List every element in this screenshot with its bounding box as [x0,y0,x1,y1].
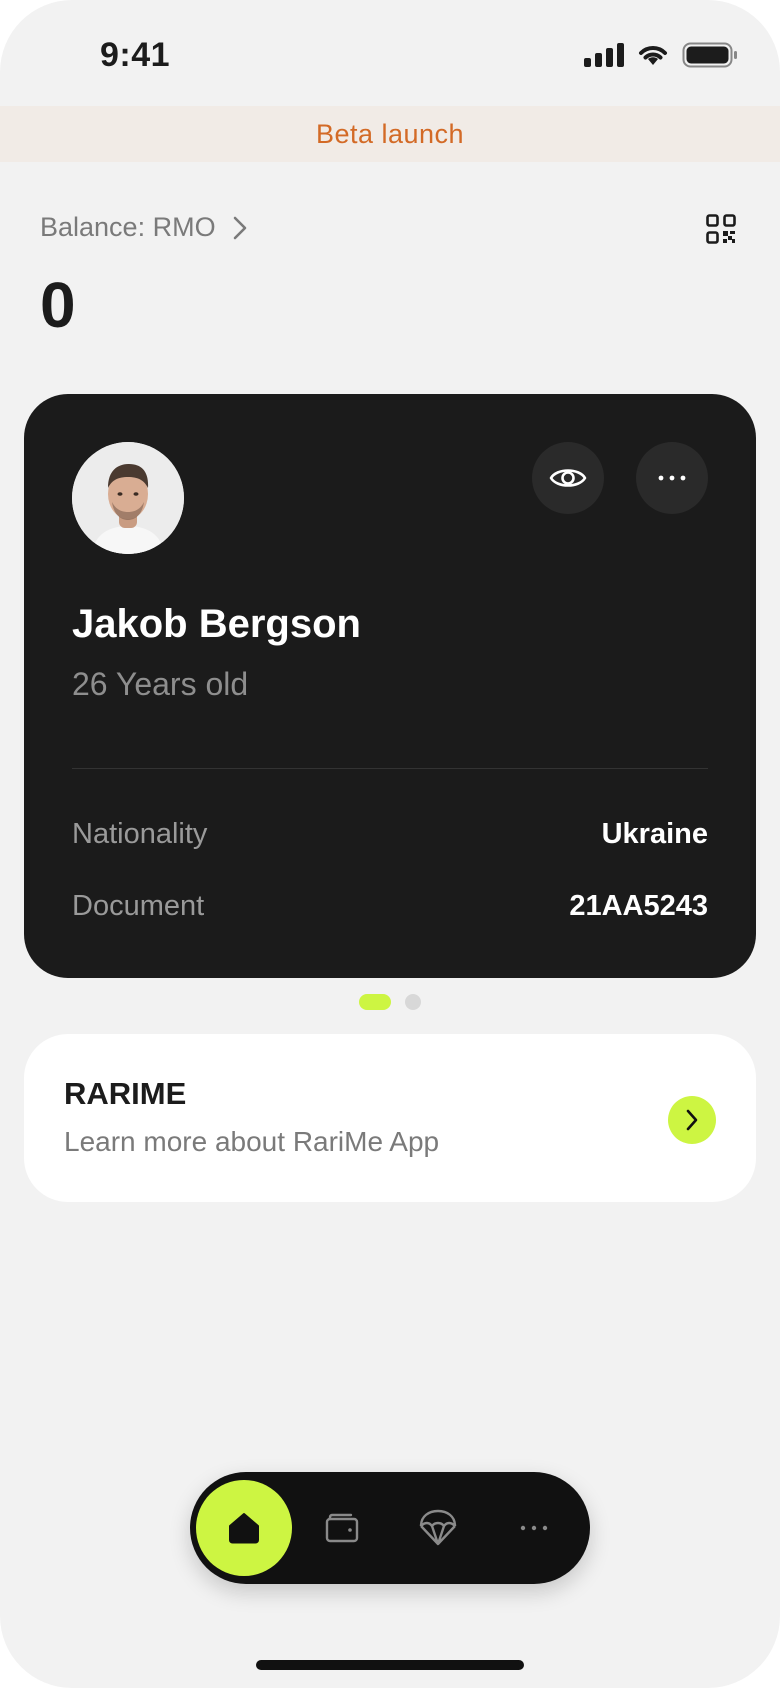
parachute-icon [419,1509,457,1546]
avatar [72,442,184,554]
balance-link[interactable]: Balance: RMO [40,212,248,243]
field-value: Ukraine [601,818,708,850]
identity-card[interactable]: Jakob Bergson 26 Years old Nationality U… [24,394,756,978]
wifi-icon [639,46,667,65]
eye-icon [549,469,587,487]
balance-value: 0 [40,269,76,341]
chevron-right-icon [686,1109,698,1131]
card-pager [0,994,780,1010]
nav-rewards-button[interactable] [390,1472,486,1584]
bottom-nav [190,1472,590,1584]
nav-home-button[interactable] [196,1480,292,1576]
info-card-arrow-button[interactable] [668,1096,716,1144]
balance-label: Balance: RMO [40,212,216,242]
status-icons [584,42,738,68]
rarime-info-card[interactable]: RARIME Learn more about RariMe App [24,1034,756,1202]
field-label: Nationality [72,818,208,850]
pager-dot[interactable] [405,994,421,1010]
nav-wallet-button[interactable] [294,1472,390,1584]
card-holder-name: Jakob Bergson [72,602,361,646]
more-icon [520,1525,548,1531]
phone-screen: 9:41 Beta launch Balance: RMO 0 Jakob Be… [0,0,780,1688]
card-field-nationality: Nationality Ukraine [72,818,708,851]
card-field-document: Document 21AA5243 [72,890,708,923]
card-options-button[interactable] [636,442,708,514]
info-card-subtitle: Learn more about RariMe App [64,1126,440,1157]
field-value: 21AA5243 [569,890,708,922]
beta-banner-text: Beta launch [315,118,465,149]
status-time: 9:41 [100,36,171,74]
home-icon [229,1513,259,1544]
info-card-title: RARIME [64,1076,187,1111]
battery-icon [682,42,737,68]
nav-more-button[interactable] [486,1472,582,1584]
wallet-icon [325,1513,359,1543]
beta-banner: Beta launch [0,106,780,162]
card-holder-age: 26 Years old [72,666,249,702]
home-indicator [256,1660,524,1670]
pager-dot-active[interactable] [359,994,391,1010]
more-icon [658,475,686,481]
signal-icon [584,43,624,67]
toggle-visibility-button[interactable] [532,442,604,514]
field-label: Document [72,890,205,922]
chevron-right-icon [233,216,246,239]
card-divider [72,768,708,769]
qr-code-icon[interactable] [706,214,736,244]
